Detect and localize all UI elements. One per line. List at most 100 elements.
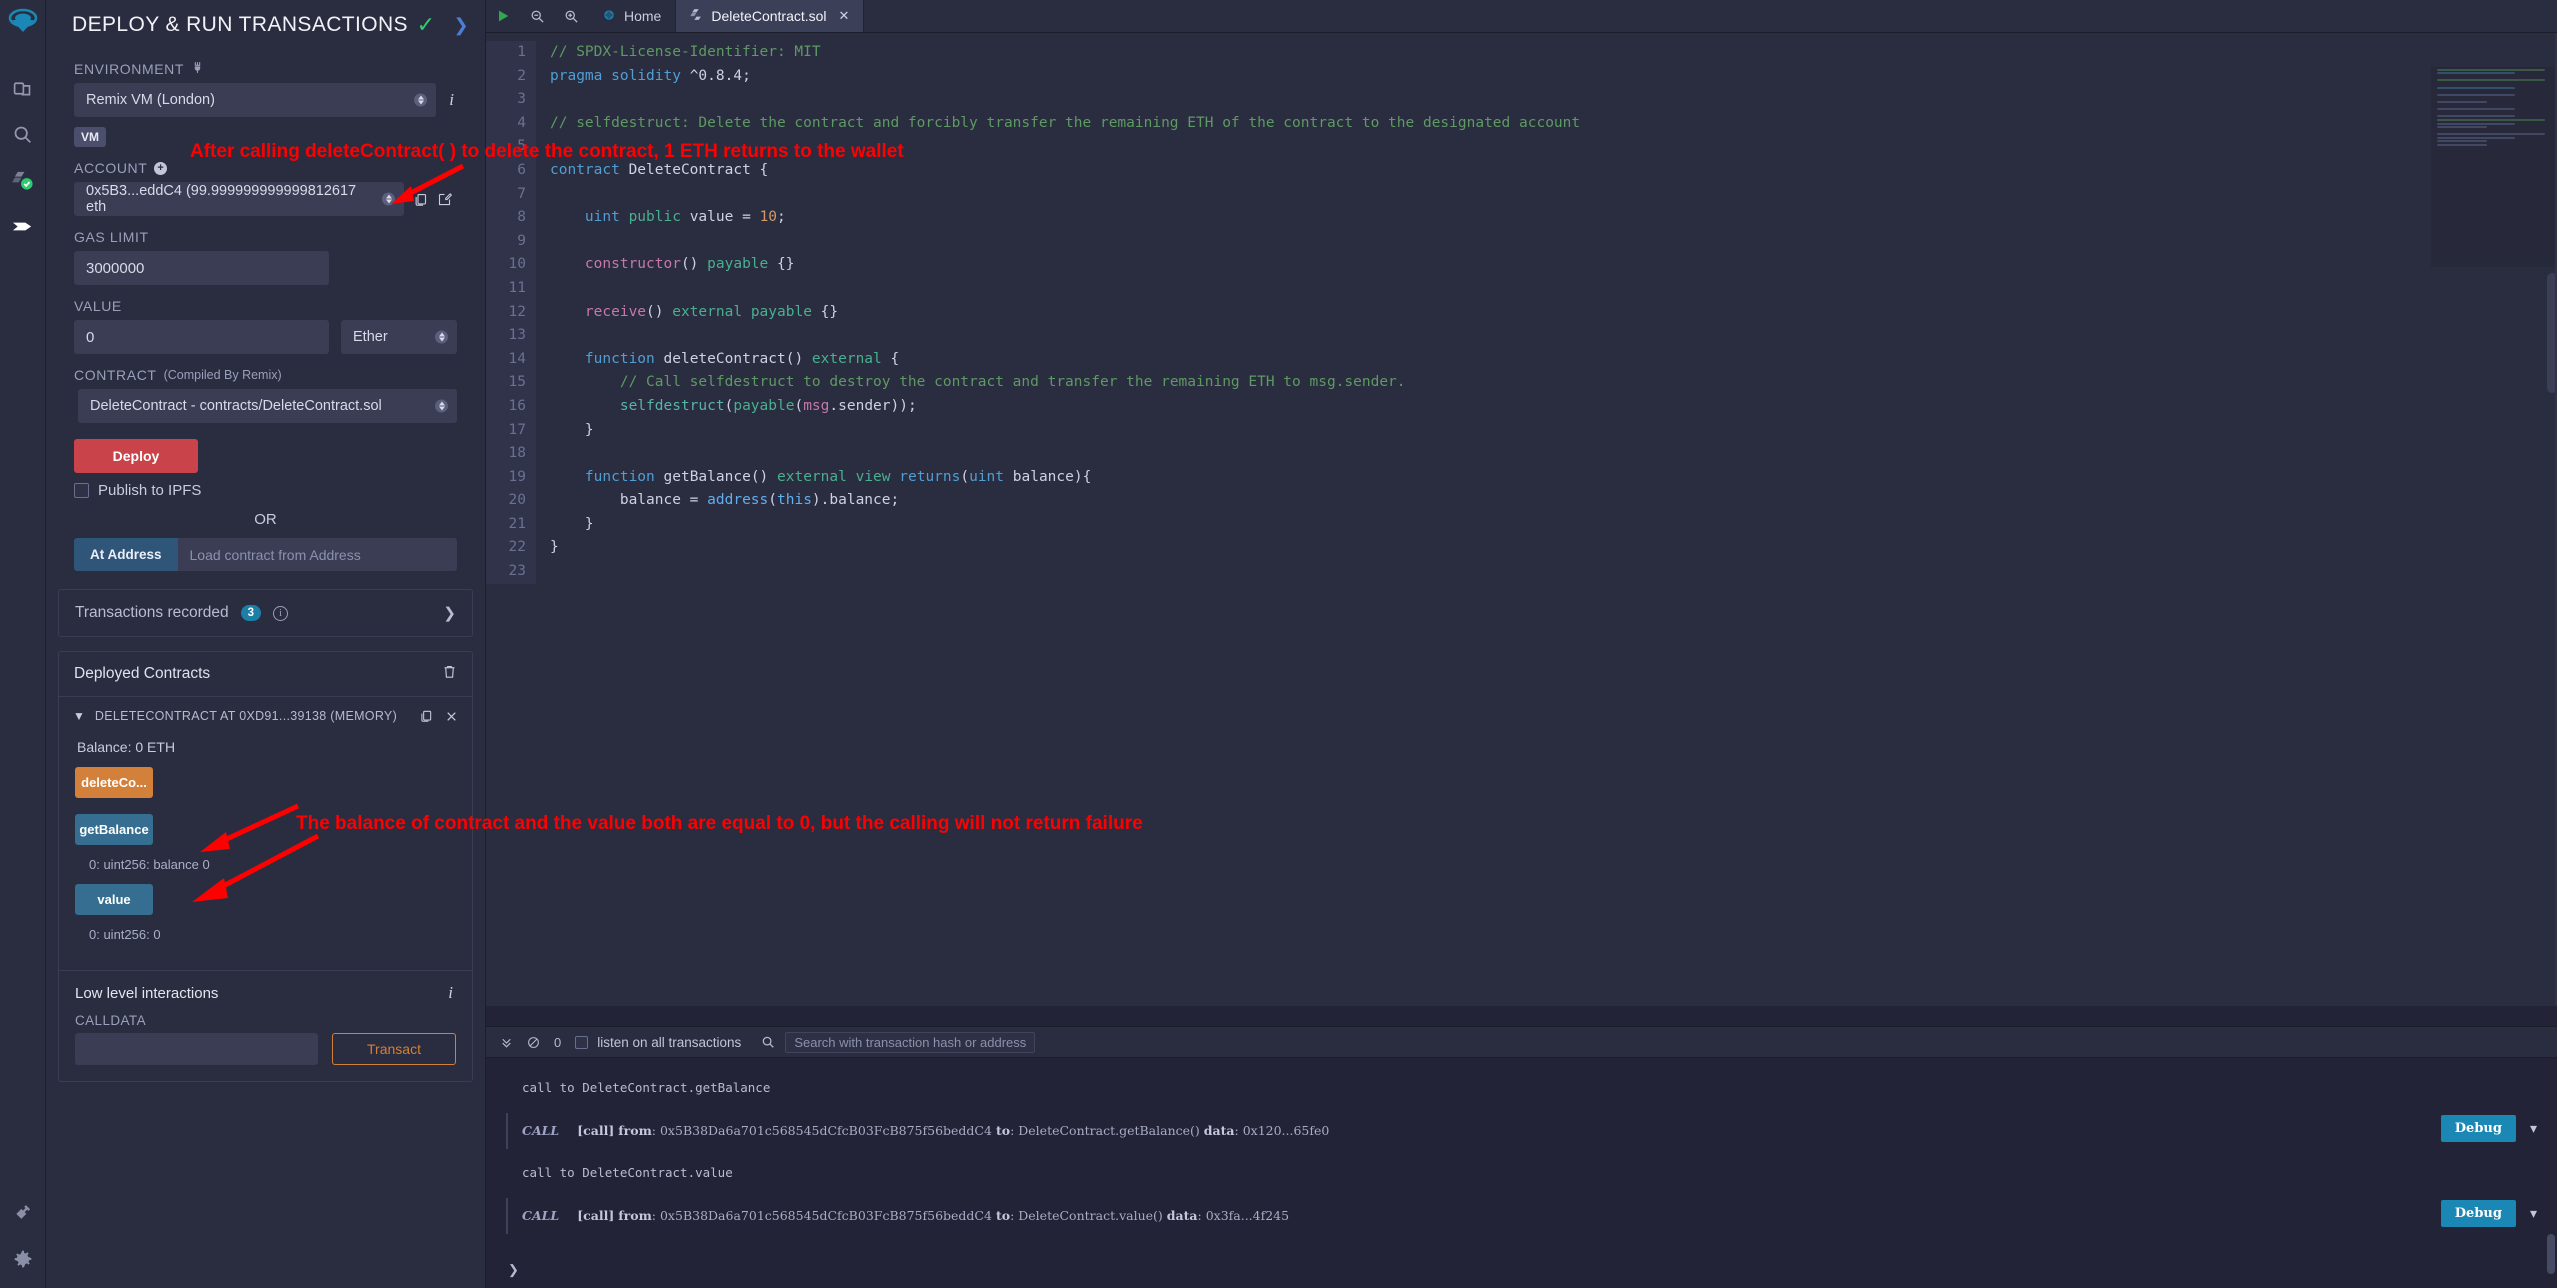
terminal-prompt-icon[interactable]: ❯ bbox=[486, 1254, 519, 1288]
deploy-button[interactable]: Deploy bbox=[74, 439, 198, 473]
search-icon[interactable] bbox=[761, 1035, 775, 1049]
environment-info-icon[interactable]: i bbox=[446, 90, 457, 110]
chevrons-down-icon[interactable] bbox=[500, 1036, 513, 1049]
log-to-value: DeleteContract.getBalance() bbox=[1018, 1123, 1200, 1138]
log-plain-line: call to DeleteContract.getBalance bbox=[486, 1058, 2557, 1101]
log-from-value: 0x5B38Da6a701c568545dCfcB03FcB875f56bedd… bbox=[660, 1208, 992, 1223]
log-from-label: from bbox=[618, 1123, 652, 1138]
contract-select[interactable]: DeleteContract - contracts/DeleteContrac… bbox=[78, 389, 457, 423]
log-bracket: [call] bbox=[577, 1208, 614, 1223]
log-plain-line: call to DeleteContract.value bbox=[486, 1149, 2557, 1186]
log-from-label: from bbox=[618, 1208, 652, 1223]
check-icon[interactable]: ✓ bbox=[417, 12, 436, 38]
log-tag: CALL bbox=[522, 1123, 559, 1138]
terminal-scrollbar[interactable] bbox=[2547, 1234, 2555, 1274]
terminal-log[interactable]: call to DeleteContract.getBalance CALL[c… bbox=[486, 1058, 2557, 1288]
log-call-text: CALL[call] from: 0x5B38Da6a701c568545dCf… bbox=[522, 1208, 1289, 1223]
publish-ipfs-row[interactable]: Publish to IPFS bbox=[74, 482, 457, 499]
chevron-down-icon[interactable]: ▼ bbox=[73, 709, 85, 723]
play-icon[interactable] bbox=[486, 0, 520, 32]
search-icon[interactable] bbox=[0, 111, 46, 157]
home-tab-label: Home bbox=[624, 8, 661, 24]
solidity-compiler-icon[interactable] bbox=[0, 157, 46, 203]
contract-label: CONTRACT (Compiled By Remix) bbox=[74, 367, 457, 383]
copy-icon[interactable] bbox=[413, 192, 428, 207]
calldata-input[interactable] bbox=[75, 1033, 318, 1065]
fn-value-button[interactable]: value bbox=[75, 884, 153, 915]
environment-row: Remix VM (London) i bbox=[74, 83, 457, 117]
edit-icon[interactable] bbox=[437, 192, 452, 207]
close-icon[interactable]: ✕ bbox=[839, 8, 850, 24]
code-lines: // SPDX-License-Identifier: MITpragma so… bbox=[536, 41, 2557, 584]
contract-instance-title: DELETECONTRACT AT 0XD91...39138 (MEMORY) bbox=[95, 709, 409, 723]
chevron-down-icon[interactable]: ▾ bbox=[2530, 1205, 2537, 1222]
calldata-row: Transact bbox=[59, 1033, 472, 1081]
home-icon bbox=[602, 8, 616, 25]
low-level-info-icon[interactable]: i bbox=[445, 983, 456, 1003]
gas-limit-input[interactable] bbox=[74, 251, 329, 285]
log-to-label: to bbox=[996, 1208, 1010, 1223]
page-title: DEPLOY & RUN TRANSACTIONS bbox=[72, 13, 417, 37]
value-input[interactable] bbox=[74, 320, 329, 354]
listen-transactions-label: listen on all transactions bbox=[597, 1035, 741, 1050]
contract-instance-body: Balance: 0 ETH deleteCo... getBalance 0:… bbox=[59, 731, 472, 964]
remix-logo-icon[interactable] bbox=[8, 8, 38, 43]
plus-icon[interactable]: + bbox=[154, 162, 167, 175]
trash-icon[interactable] bbox=[442, 664, 457, 684]
log-call-text: CALL[call] from: 0x5B38Da6a701c568545dCf… bbox=[522, 1123, 1329, 1138]
deploy-run-icon[interactable] bbox=[0, 203, 46, 249]
publish-ipfs-checkbox[interactable] bbox=[74, 483, 89, 498]
chevron-right-icon[interactable]: ❯ bbox=[454, 15, 469, 36]
chevron-down-icon[interactable]: ▾ bbox=[2530, 1120, 2537, 1137]
info-circle-icon[interactable]: i bbox=[273, 606, 288, 621]
deployed-contracts-card: Deployed Contracts ▼ DELETECONTRACT AT 0… bbox=[58, 651, 473, 1082]
terminal-search-input[interactable] bbox=[785, 1032, 1035, 1053]
fn-getbalance-result: 0: uint256: balance 0 bbox=[75, 849, 456, 884]
close-icon[interactable] bbox=[445, 709, 458, 723]
transact-button[interactable]: Transact bbox=[332, 1033, 456, 1065]
editor-gap bbox=[486, 1006, 2557, 1026]
code-editor[interactable]: 1234 5678 9101112 13141516 17181920 2122… bbox=[486, 33, 2557, 1006]
fn-deletecontract-button[interactable]: deleteCo... bbox=[75, 767, 153, 798]
solidity-file-icon bbox=[690, 8, 703, 24]
chevron-right-icon[interactable]: ❯ bbox=[443, 604, 456, 622]
listen-transactions-row[interactable]: listen on all transactions bbox=[575, 1035, 741, 1050]
value-unit-select[interactable]: Ether bbox=[341, 320, 457, 354]
transactions-recorded-row[interactable]: Transactions recorded 3 i ❯ bbox=[59, 590, 472, 636]
environment-select[interactable]: Remix VM (London) bbox=[74, 83, 436, 117]
log-gutter-bar bbox=[506, 1113, 508, 1149]
account-label-text: ACCOUNT bbox=[74, 160, 147, 176]
main-area: Home DeleteContract.sol ✕ 1234 bbox=[486, 0, 2557, 1288]
panel-header: DEPLOY & RUN TRANSACTIONS ✓ ❯ bbox=[46, 0, 485, 48]
at-address-button[interactable]: At Address bbox=[74, 538, 178, 571]
code-area: 1234 5678 9101112 13141516 17181920 2122… bbox=[486, 33, 2557, 584]
log-data-value: 0x3fa...4f245 bbox=[1206, 1208, 1289, 1223]
at-address-row: At Address bbox=[74, 538, 457, 571]
zoom-out-icon[interactable] bbox=[520, 0, 554, 32]
debug-button[interactable]: Debug bbox=[2441, 1115, 2516, 1142]
at-address-input[interactable] bbox=[178, 538, 457, 571]
vm-badge: VM bbox=[74, 127, 106, 147]
tab-deletecontract-sol[interactable]: DeleteContract.sol ✕ bbox=[676, 0, 864, 32]
no-entry-icon[interactable] bbox=[527, 1036, 540, 1049]
plugin-manager-icon[interactable] bbox=[0, 1190, 46, 1236]
copy-icon[interactable] bbox=[419, 709, 433, 723]
editor-wrap: 1234 5678 9101112 13141516 17181920 2122… bbox=[486, 33, 2557, 1006]
file-explorer-icon[interactable] bbox=[0, 65, 46, 111]
deployed-contracts-header: Deployed Contracts bbox=[59, 652, 472, 697]
listen-transactions-checkbox[interactable] bbox=[575, 1036, 588, 1049]
low-level-header: Low level interactions i bbox=[59, 971, 472, 1007]
tab-home[interactable]: Home bbox=[588, 0, 676, 32]
transactions-recorded-count: 3 bbox=[241, 605, 261, 621]
settings-gear-icon[interactable] bbox=[0, 1236, 46, 1282]
debug-button[interactable]: Debug bbox=[2441, 1200, 2516, 1227]
plug-icon bbox=[191, 61, 204, 77]
calldata-label: CALLDATA bbox=[59, 1007, 472, 1033]
account-select[interactable]: 0x5B3...eddC4 (99.999999999999812617 eth bbox=[74, 182, 404, 216]
editor-tabbar: Home DeleteContract.sol ✕ bbox=[486, 0, 2557, 33]
log-data-label: data bbox=[1204, 1123, 1235, 1138]
zoom-in-icon[interactable] bbox=[554, 0, 588, 32]
deployed-contracts-title: Deployed Contracts bbox=[74, 665, 442, 683]
fn-getbalance-button[interactable]: getBalance bbox=[75, 814, 153, 845]
terminal-toolbar: 0 listen on all transactions bbox=[486, 1026, 2557, 1058]
